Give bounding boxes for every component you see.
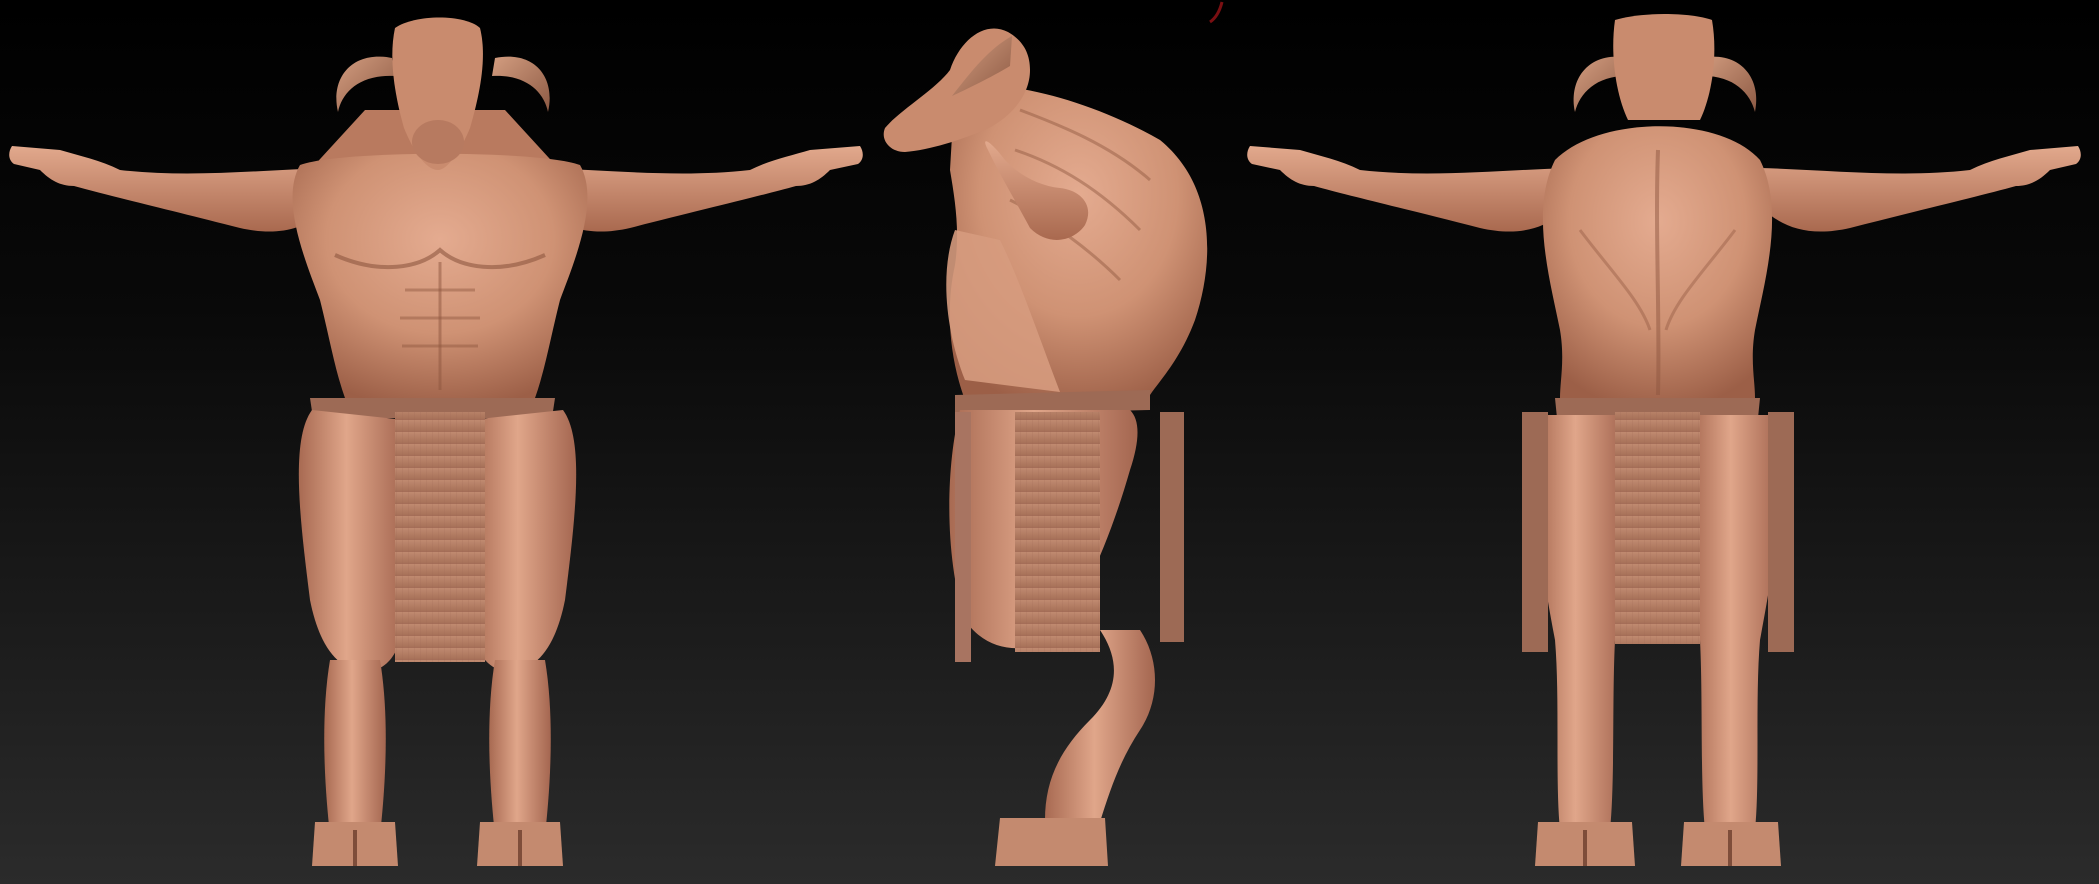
front-right-shin [489,660,551,835]
side-back-loincloth [1160,412,1184,642]
front-right-thigh [470,410,577,672]
front-muzzle [412,120,464,164]
front-right-arm [540,146,863,232]
front-left-thigh [298,410,405,672]
back-left-loincloth [1522,412,1548,652]
front-loincloth [395,412,485,662]
front-left-horn [336,56,395,112]
sculpt-viewport [0,0,2099,884]
front-left-shin [324,660,386,835]
back-left-leg [1535,415,1625,830]
back-head [1613,14,1715,120]
back-spine [1655,149,1661,396]
front-view-figure [9,17,863,866]
back-view-figure [1247,14,2081,866]
front-right-horn [492,56,550,112]
side-loincloth [1015,412,1100,652]
back-right-leg [1690,415,1780,830]
side-view-figure [883,28,1208,866]
stray-stroke-mark [1209,1,1224,24]
side-shin [1045,630,1155,822]
back-center-loincloth [1615,412,1700,644]
front-left-arm [9,146,330,232]
side-hoof [995,818,1108,866]
back-right-arm [1760,146,2081,232]
turnaround-scene [9,1,2081,866]
back-right-loincloth [1768,412,1794,652]
back-left-arm [1247,146,1570,232]
side-front-loincloth [955,412,971,662]
